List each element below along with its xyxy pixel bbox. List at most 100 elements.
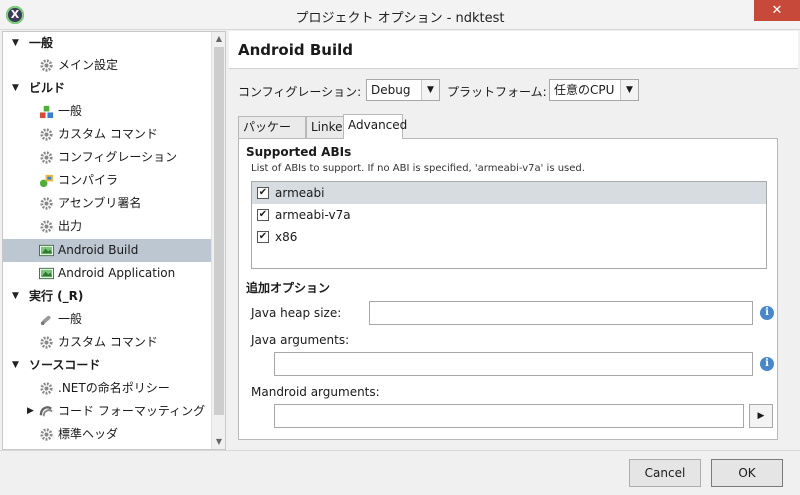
scroll-up-icon[interactable]: ▲ [212, 32, 225, 46]
extra-options-title: 追加オプション [246, 281, 331, 295]
panel-header: Android Build [229, 31, 798, 69]
info-icon[interactable]: i [760, 357, 774, 371]
list-item-armeabi[interactable]: ✔ armeabi [252, 182, 766, 204]
tree-group-source-code[interactable]: ▼ ソースコード [3, 354, 213, 377]
tree-item-label: 一般 [58, 104, 83, 118]
platform-value: 任意のCPU [554, 83, 615, 97]
expand-arrow-icon[interactable]: ▼ [12, 285, 22, 308]
run-icon [40, 315, 51, 326]
play-icon[interactable]: ▶ [749, 404, 773, 428]
tab-package[interactable]: パッケージ [238, 116, 306, 155]
gear-icon [40, 382, 53, 395]
abi-list: ✔ armeabi ✔ armeabi-v7a ✔ x86 [251, 181, 767, 269]
ok-button[interactable]: OK [711, 459, 783, 487]
tree-item-label: アセンブリ署名 [58, 196, 142, 210]
configuration-value: Debug [371, 83, 411, 97]
tree-item-standard-header[interactable]: 標準ヘッダ [3, 423, 213, 446]
tree-group-build[interactable]: ▼ ビルド [3, 77, 213, 100]
tree-item-output[interactable]: 出力 [3, 215, 213, 238]
gear-icon [40, 59, 53, 72]
close-button[interactable]: ✕ [754, 0, 800, 21]
expand-arrow-icon[interactable]: ▶ [27, 400, 37, 423]
tree-item-label: メイン設定 [58, 58, 119, 72]
tree-group-label: ビルド [29, 81, 66, 95]
tree-item-android-build[interactable]: Android Build [3, 239, 213, 262]
gear-icon [40, 336, 53, 349]
tree-item-label: コード フォーマッティング [58, 404, 206, 418]
page-title: Android Build [238, 41, 353, 59]
build-general-icon [39, 105, 54, 119]
expand-arrow-icon[interactable]: ▼ [12, 77, 22, 100]
supported-abis-title: Supported ABIs [246, 145, 352, 159]
gear-icon [40, 197, 53, 210]
android-icon [39, 244, 54, 257]
info-icon[interactable]: i [760, 306, 774, 320]
scroll-thumb[interactable] [214, 47, 224, 415]
tree-group-general[interactable]: ▼ 一般 [3, 32, 213, 55]
list-item-armeabi-v7a[interactable]: ✔ armeabi-v7a [252, 204, 766, 226]
tree-item-label: .NETの命名ポリシー [58, 381, 170, 395]
tree-item-code-formatting[interactable]: ▶ コード フォーマッティング [3, 400, 213, 423]
checkbox-armeabi-v7a[interactable]: ✔ [257, 209, 269, 221]
java-heap-input[interactable] [369, 301, 753, 325]
gear-icon [40, 220, 53, 233]
checkbox-x86[interactable]: ✔ [257, 231, 269, 243]
gear-icon [40, 151, 53, 164]
tree-item-configuration[interactable]: コンフィグレーション [3, 146, 213, 169]
advanced-tab-content: Supported ABIs List of ABIs to support. … [238, 138, 778, 440]
abi-label: armeabi [275, 186, 325, 200]
tree-scrollbar[interactable]: ▲ ▼ [211, 32, 225, 449]
cancel-button[interactable]: Cancel [629, 459, 701, 487]
supported-abis-description: List of ABIs to support. If no ABI is sp… [251, 163, 585, 174]
tree-item-label: Android Build [58, 243, 139, 257]
tree-item-compiler[interactable]: コンパイラ [3, 169, 213, 192]
window-title: プロジェクト オプション - ndktest [295, 11, 505, 26]
compiler-icon [39, 174, 54, 188]
tree-item-assembly-signing[interactable]: アセンブリ署名 [3, 192, 213, 215]
java-arguments-input[interactable] [274, 352, 753, 376]
checkbox-armeabi[interactable]: ✔ [257, 187, 269, 199]
chevron-down-icon[interactable]: ▼ [620, 80, 638, 100]
android-icon [39, 267, 54, 280]
tree-item-label: コンパイラ [58, 173, 119, 187]
platform-label: プラットフォーム: [447, 85, 547, 99]
tree-item-main-settings[interactable]: メイン設定 [3, 54, 213, 77]
tree-item-build-general[interactable]: 一般 [3, 100, 213, 123]
tree-item-label: カスタム コマンド [58, 335, 158, 349]
format-icon [39, 406, 53, 417]
options-tree: ▼ 一般 メイン設定 ▼ ビルド 一般 カスタム コマンド コンフィグレーション… [2, 31, 226, 450]
platform-select[interactable]: 任意のCPU ▼ [549, 79, 639, 101]
java-heap-label: Java heap size: [251, 306, 342, 320]
tree-item-label: Android Application [58, 266, 176, 280]
java-arguments-label: Java arguments: [251, 333, 350, 347]
tree-group-label: ソースコード [29, 358, 101, 372]
mandroid-arguments-label: Mandroid arguments: [251, 385, 380, 399]
scroll-down-icon[interactable]: ▼ [212, 435, 225, 449]
dialog-footer: Cancel OK [0, 450, 800, 495]
chevron-down-icon[interactable]: ▼ [421, 80, 439, 100]
list-item-x86[interactable]: ✔ x86 [252, 226, 766, 248]
tree-item-run-general[interactable]: 一般 [3, 308, 213, 331]
gear-icon [40, 128, 53, 141]
expand-arrow-icon[interactable]: ▼ [12, 354, 22, 377]
title-bar: X プロジェクト オプション - ndktest ✕ [0, 0, 800, 30]
tree-item-label: カスタム コマンド [58, 127, 158, 141]
abi-label: armeabi-v7a [275, 208, 351, 222]
tree-item-custom-commands[interactable]: カスタム コマンド [3, 123, 213, 146]
configuration-select[interactable]: Debug ▼ [366, 79, 440, 101]
tab-linker[interactable]: Linker [306, 116, 347, 138]
configuration-label: コンフィグレーション: [238, 85, 362, 99]
tree-item-label: 標準ヘッダ [58, 427, 119, 441]
tree-item-naming-policy[interactable]: .NETの命名ポリシー [3, 377, 213, 400]
gear-icon [40, 428, 53, 441]
tree-item-label: コンフィグレーション [58, 150, 178, 164]
tree-group-label: 実行 (_R) [29, 289, 84, 303]
tree-item-android-application[interactable]: Android Application [3, 262, 213, 285]
abi-label: x86 [275, 230, 298, 244]
mandroid-arguments-input[interactable] [274, 404, 744, 428]
tree-item-label: 出力 [58, 219, 83, 233]
expand-arrow-icon[interactable]: ▼ [12, 32, 22, 55]
tree-group-run[interactable]: ▼ 実行 (_R) [3, 285, 213, 308]
tree-item-run-custom-commands[interactable]: カスタム コマンド [3, 331, 213, 354]
tab-advanced[interactable]: Advanced [343, 114, 407, 139]
